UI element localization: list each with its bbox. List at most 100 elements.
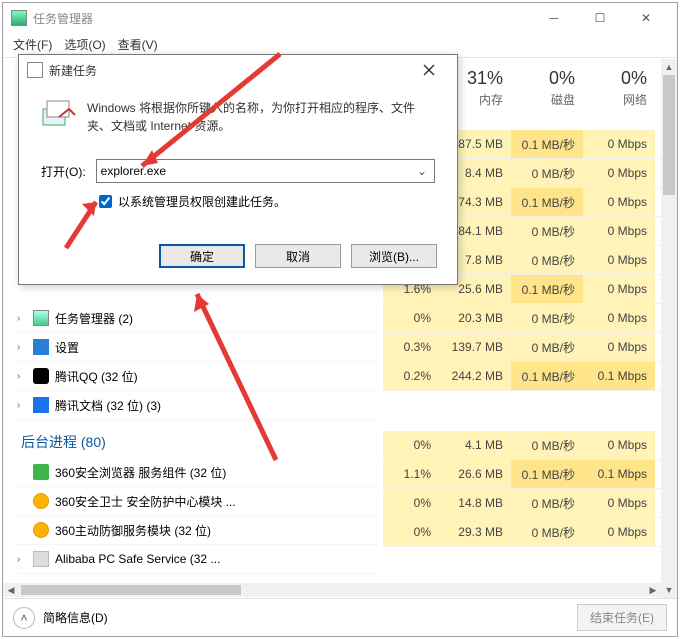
cell-memory: 139.7 MB bbox=[439, 333, 511, 361]
process-item[interactable]: › 腾讯文档 (32 位) (3) bbox=[17, 391, 377, 420]
process-name: 腾讯文档 (32 位) (3) bbox=[55, 397, 161, 414]
scroll-up-icon[interactable]: ▲ bbox=[661, 59, 677, 75]
process-icon bbox=[33, 493, 49, 509]
open-combobox[interactable]: ⌄ bbox=[96, 159, 435, 183]
menu-file[interactable]: 文件(F) bbox=[13, 36, 52, 53]
dialog-close-button[interactable] bbox=[409, 55, 449, 85]
process-item[interactable]: 360安全浏览器 服务组件 (32 位) bbox=[17, 458, 377, 487]
cell-disk: 0.1 MB/秒 bbox=[511, 275, 583, 303]
process-icon bbox=[33, 368, 49, 384]
process-icon bbox=[33, 522, 49, 538]
process-item[interactable]: › 任务管理器 (2) bbox=[17, 304, 377, 333]
cell-network: 0 Mbps bbox=[583, 130, 655, 158]
admin-label: 以系统管理员权限创建此任务。 bbox=[118, 193, 286, 210]
cancel-button[interactable]: 取消 bbox=[255, 244, 341, 268]
table-row[interactable]: 0% 20.3 MB 0 MB/秒 0 Mbps bbox=[383, 304, 677, 333]
cell-memory: 14.8 MB bbox=[439, 489, 511, 517]
cell-cpu: 0% bbox=[383, 431, 439, 459]
cell-network: 0 Mbps bbox=[583, 159, 655, 187]
statusbar: ˄ 简略信息(D) 结束任务(E) bbox=[3, 598, 677, 636]
table-row[interactable]: 0% 29.3 MB 0 MB/秒 0 Mbps bbox=[383, 518, 677, 547]
cell-disk: 0 MB/秒 bbox=[511, 217, 583, 245]
cell-disk: 0.1 MB/秒 bbox=[511, 460, 583, 488]
chevron-down-icon[interactable]: ⌄ bbox=[414, 164, 430, 178]
process-item[interactable]: › Alibaba PC Safe Service (32 ... bbox=[17, 545, 377, 574]
dialog-hint: Windows 将根据你所键入的名称，为你打开相应的程序、文件夹、文档或 Int… bbox=[87, 99, 435, 135]
process-name: 任务管理器 (2) bbox=[55, 310, 133, 327]
vertical-scrollbar[interactable]: ▲ ▼ bbox=[661, 59, 677, 598]
minimize-button[interactable]: ─ bbox=[531, 3, 577, 33]
table-row[interactable]: 1.1% 26.6 MB 0.1 MB/秒 0.1 Mbps bbox=[383, 460, 677, 489]
table-row[interactable]: 0.3% 139.7 MB 0 MB/秒 0 Mbps bbox=[383, 333, 677, 362]
table-row[interactable]: 0% 4.1 MB 0 MB/秒 0 Mbps bbox=[383, 431, 677, 460]
new-task-dialog: 新建任务 Windows 将根据你所键入的名称，为你打开相应的程序、文件夹、文档… bbox=[18, 54, 458, 285]
cell-memory: 4.1 MB bbox=[439, 431, 511, 459]
menu-options[interactable]: 选项(O) bbox=[64, 36, 105, 53]
process-item[interactable]: › 设置 bbox=[17, 333, 377, 362]
cell-disk: 0 MB/秒 bbox=[511, 431, 583, 459]
process-name: Alibaba PC Safe Service (32 ... bbox=[55, 552, 220, 566]
process-item[interactable]: › 腾讯QQ (32 位) bbox=[17, 362, 377, 391]
cell-network: 0 Mbps bbox=[583, 246, 655, 274]
scroll-right-icon[interactable]: ▶ bbox=[645, 583, 661, 597]
cell-disk: 0.1 MB/秒 bbox=[511, 188, 583, 216]
run-icon bbox=[27, 62, 43, 78]
menu-view[interactable]: 查看(V) bbox=[118, 36, 158, 53]
expand-icon[interactable]: › bbox=[17, 313, 27, 324]
cell-disk: 0 MB/秒 bbox=[511, 489, 583, 517]
table-row[interactable]: 0.2% 244.2 MB 0.1 MB/秒 0.1 Mbps bbox=[383, 362, 677, 391]
col-network[interactable]: 0% 网络 bbox=[583, 68, 655, 112]
scroll-down-icon[interactable]: ▼ bbox=[661, 582, 677, 598]
process-name: 360主动防御服务模块 (32 位) bbox=[55, 522, 211, 539]
ok-button[interactable]: 确定 bbox=[159, 244, 245, 268]
process-icon bbox=[33, 551, 49, 567]
collapse-button[interactable]: ˄ bbox=[13, 607, 35, 629]
cell-disk: 0.1 MB/秒 bbox=[511, 362, 583, 390]
expand-icon[interactable]: › bbox=[17, 342, 27, 353]
process-icon bbox=[33, 464, 49, 480]
cell-network: 0.1 Mbps bbox=[583, 460, 655, 488]
cell-network: 0.1 Mbps bbox=[583, 362, 655, 390]
cell-network: 0 Mbps bbox=[583, 431, 655, 459]
expand-icon[interactable]: › bbox=[17, 554, 27, 565]
close-button[interactable]: ✕ bbox=[623, 3, 669, 33]
dialog-titlebar[interactable]: 新建任务 bbox=[19, 55, 457, 85]
cell-memory: 20.3 MB bbox=[439, 304, 511, 332]
cell-cpu: 0.3% bbox=[383, 333, 439, 361]
open-input[interactable] bbox=[101, 164, 414, 178]
cell-disk: 0 MB/秒 bbox=[511, 333, 583, 361]
scroll-left-icon[interactable]: ◀ bbox=[3, 583, 19, 597]
admin-checkbox[interactable] bbox=[99, 195, 112, 208]
run-dialog-icon bbox=[41, 99, 77, 131]
cell-network: 0 Mbps bbox=[583, 217, 655, 245]
maximize-button[interactable]: ☐ bbox=[577, 3, 623, 33]
cell-disk: 0 MB/秒 bbox=[511, 304, 583, 332]
cell-network: 0 Mbps bbox=[583, 518, 655, 546]
expand-icon[interactable]: › bbox=[17, 371, 27, 382]
browse-button[interactable]: 浏览(B)... bbox=[351, 244, 437, 268]
process-name: 设置 bbox=[55, 339, 79, 356]
cell-disk: 0 MB/秒 bbox=[511, 159, 583, 187]
cell-disk: 0 MB/秒 bbox=[511, 518, 583, 546]
cell-disk: 0 MB/秒 bbox=[511, 246, 583, 274]
scroll-thumb[interactable] bbox=[663, 75, 675, 195]
cell-memory: 29.3 MB bbox=[439, 518, 511, 546]
close-icon bbox=[423, 64, 435, 76]
menubar: 文件(F) 选项(O) 查看(V) bbox=[3, 33, 677, 55]
brief-info-label[interactable]: 简略信息(D) bbox=[43, 609, 108, 626]
cell-cpu: 1.1% bbox=[383, 460, 439, 488]
horizontal-scrollbar[interactable]: ◀ ▶ bbox=[3, 583, 661, 597]
process-item[interactable]: 360主动防御服务模块 (32 位) bbox=[17, 516, 377, 545]
cell-network: 0 Mbps bbox=[583, 304, 655, 332]
end-task-button[interactable]: 结束任务(E) bbox=[577, 604, 667, 631]
cell-network: 0 Mbps bbox=[583, 275, 655, 303]
chevron-up-icon: ˄ bbox=[20, 611, 27, 625]
process-item[interactable]: 360安全卫士 安全防护中心模块 ... bbox=[17, 487, 377, 516]
titlebar[interactable]: 任务管理器 ─ ☐ ✕ bbox=[3, 3, 677, 33]
hscroll-thumb[interactable] bbox=[21, 585, 241, 595]
col-disk[interactable]: 0% 磁盘 bbox=[511, 68, 583, 112]
process-icon bbox=[33, 339, 49, 355]
table-row[interactable]: 0% 14.8 MB 0 MB/秒 0 Mbps bbox=[383, 489, 677, 518]
expand-icon[interactable]: › bbox=[17, 400, 27, 411]
cell-network: 0 Mbps bbox=[583, 333, 655, 361]
